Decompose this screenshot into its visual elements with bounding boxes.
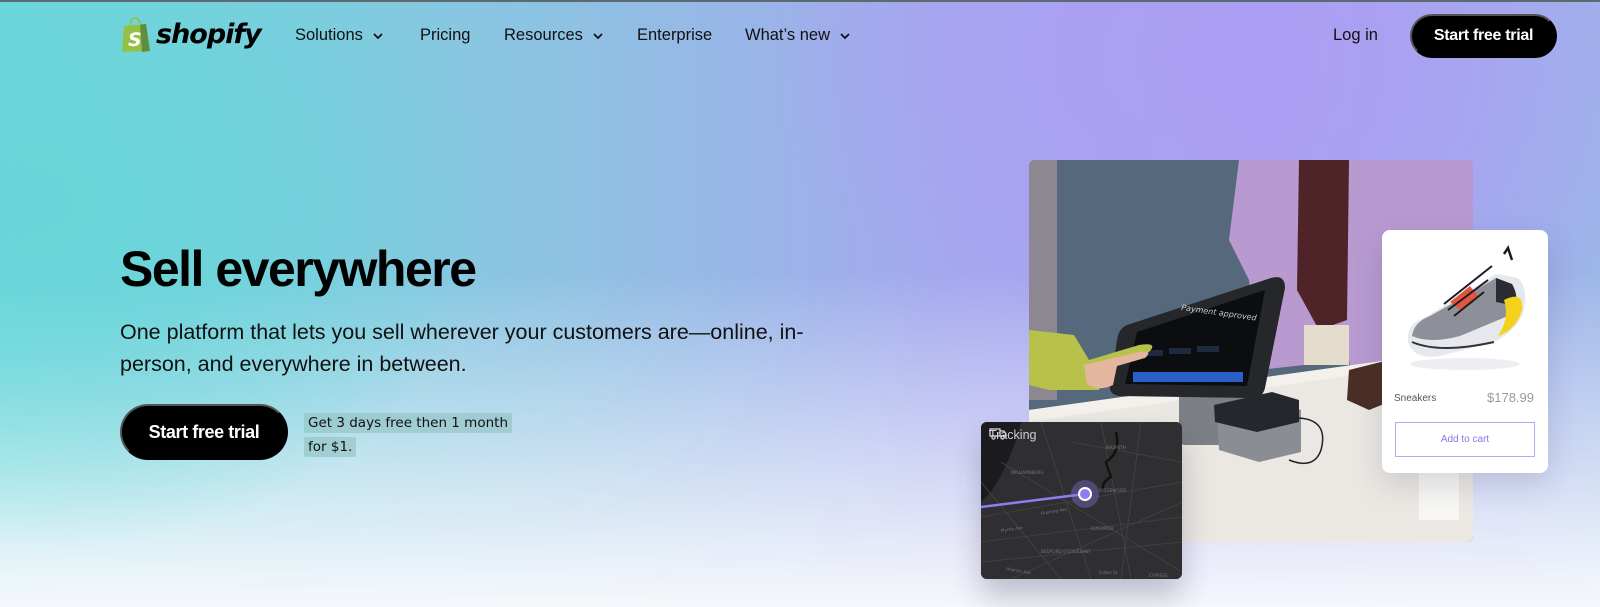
top-navigation: S shopify Solutions Pricing Resources En… <box>0 0 1600 74</box>
nav-pricing[interactable]: Pricing <box>420 26 470 45</box>
nav-whats-new[interactable]: What’s new <box>745 26 852 45</box>
chevron-down-icon <box>373 32 383 39</box>
shopping-bag-icon: S <box>122 17 150 52</box>
map-label: MASPETH <box>1106 445 1126 450</box>
shopify-logo[interactable]: S shopify <box>120 17 262 53</box>
chevron-down-icon <box>840 32 850 39</box>
nav-enterprise[interactable]: Enterprise <box>637 26 712 45</box>
tracking-map: MASPETH WILLIAMSBURG RIDGEWOOD Flushing … <box>981 422 1182 579</box>
trial-promo-text: Get 3 days free then 1 month for $1. <box>304 411 512 459</box>
nav-enterprise-label: Enterprise <box>637 26 713 44</box>
location-marker <box>1078 487 1092 501</box>
hero-title: Sell everywhere <box>120 241 477 297</box>
product-card[interactable]: Sneakers $178.99 Add to cart <box>1382 230 1548 473</box>
product-name: Sneakers <box>1394 393 1437 404</box>
product-price: $178.99 <box>1487 390 1534 405</box>
start-free-trial-button-hero[interactable]: Start free trial <box>120 404 288 460</box>
promo-line-1: Get 3 days free then 1 month <box>304 413 512 433</box>
nav-resources[interactable]: Resources <box>504 26 605 45</box>
login-link[interactable]: Log in <box>1333 26 1378 45</box>
map-label: BEDFORD-STUYVESANT <box>1041 549 1091 554</box>
hero-subtitle: One platform that lets you sell wherever… <box>120 320 804 376</box>
map-label: WILLIAMSBURG <box>1011 470 1044 475</box>
nav-solutions[interactable]: Solutions <box>295 26 385 45</box>
truck-icon <box>989 428 1007 440</box>
svg-text:S: S <box>128 29 142 51</box>
tracking-card: MASPETH WILLIAMSBURG RIDGEWOOD Flushing … <box>981 422 1182 579</box>
promo-line-2: for $1. <box>304 437 357 457</box>
brand-wordmark: shopify <box>156 18 262 50</box>
sneaker-image <box>1407 245 1526 370</box>
chevron-down-icon <box>593 32 603 39</box>
map-label: BUSHWICK <box>1091 526 1114 531</box>
start-free-trial-button-nav[interactable]: Start free trial <box>1410 14 1557 58</box>
nav-resources-label: Resources <box>504 26 583 44</box>
tracking-header: Tracking <box>989 428 1036 442</box>
nav-pricing-label: Pricing <box>420 26 471 44</box>
nav-whats-new-label: What’s new <box>745 26 830 44</box>
map-label: Fulton St <box>1099 570 1118 575</box>
map-label: CYPRESS <box>1149 573 1168 578</box>
add-to-cart-button[interactable]: Add to cart <box>1395 422 1535 457</box>
nav-solutions-label: Solutions <box>295 26 363 44</box>
map-label: RIDGEWOOD <box>1099 488 1126 493</box>
